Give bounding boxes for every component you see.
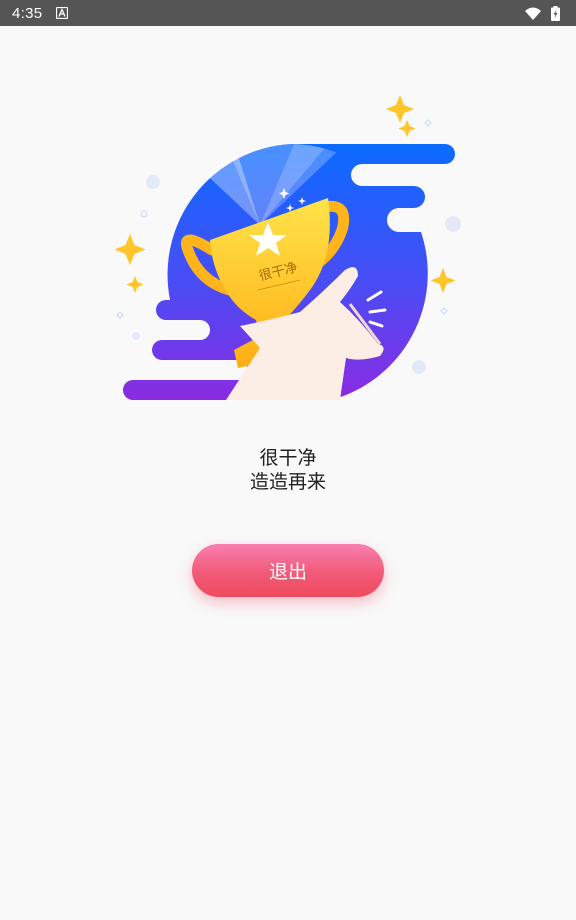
battery-charging-icon xyxy=(551,5,560,21)
exit-button[interactable]: 退出 xyxy=(192,544,384,597)
trophy-illustration: 很干净 xyxy=(110,90,470,410)
empty-state-message: 很干净 造造再来 xyxy=(0,446,576,494)
status-bar-left: 4:35 xyxy=(12,4,69,22)
wifi-icon xyxy=(525,7,541,20)
status-bar-right xyxy=(525,5,560,21)
status-bar: 4:35 xyxy=(0,0,576,26)
status-time: 4:35 xyxy=(12,4,43,22)
message-line-2: 造造再来 xyxy=(249,471,326,493)
message-line-1: 很干净 xyxy=(259,447,317,469)
notification-a-icon xyxy=(56,7,69,19)
